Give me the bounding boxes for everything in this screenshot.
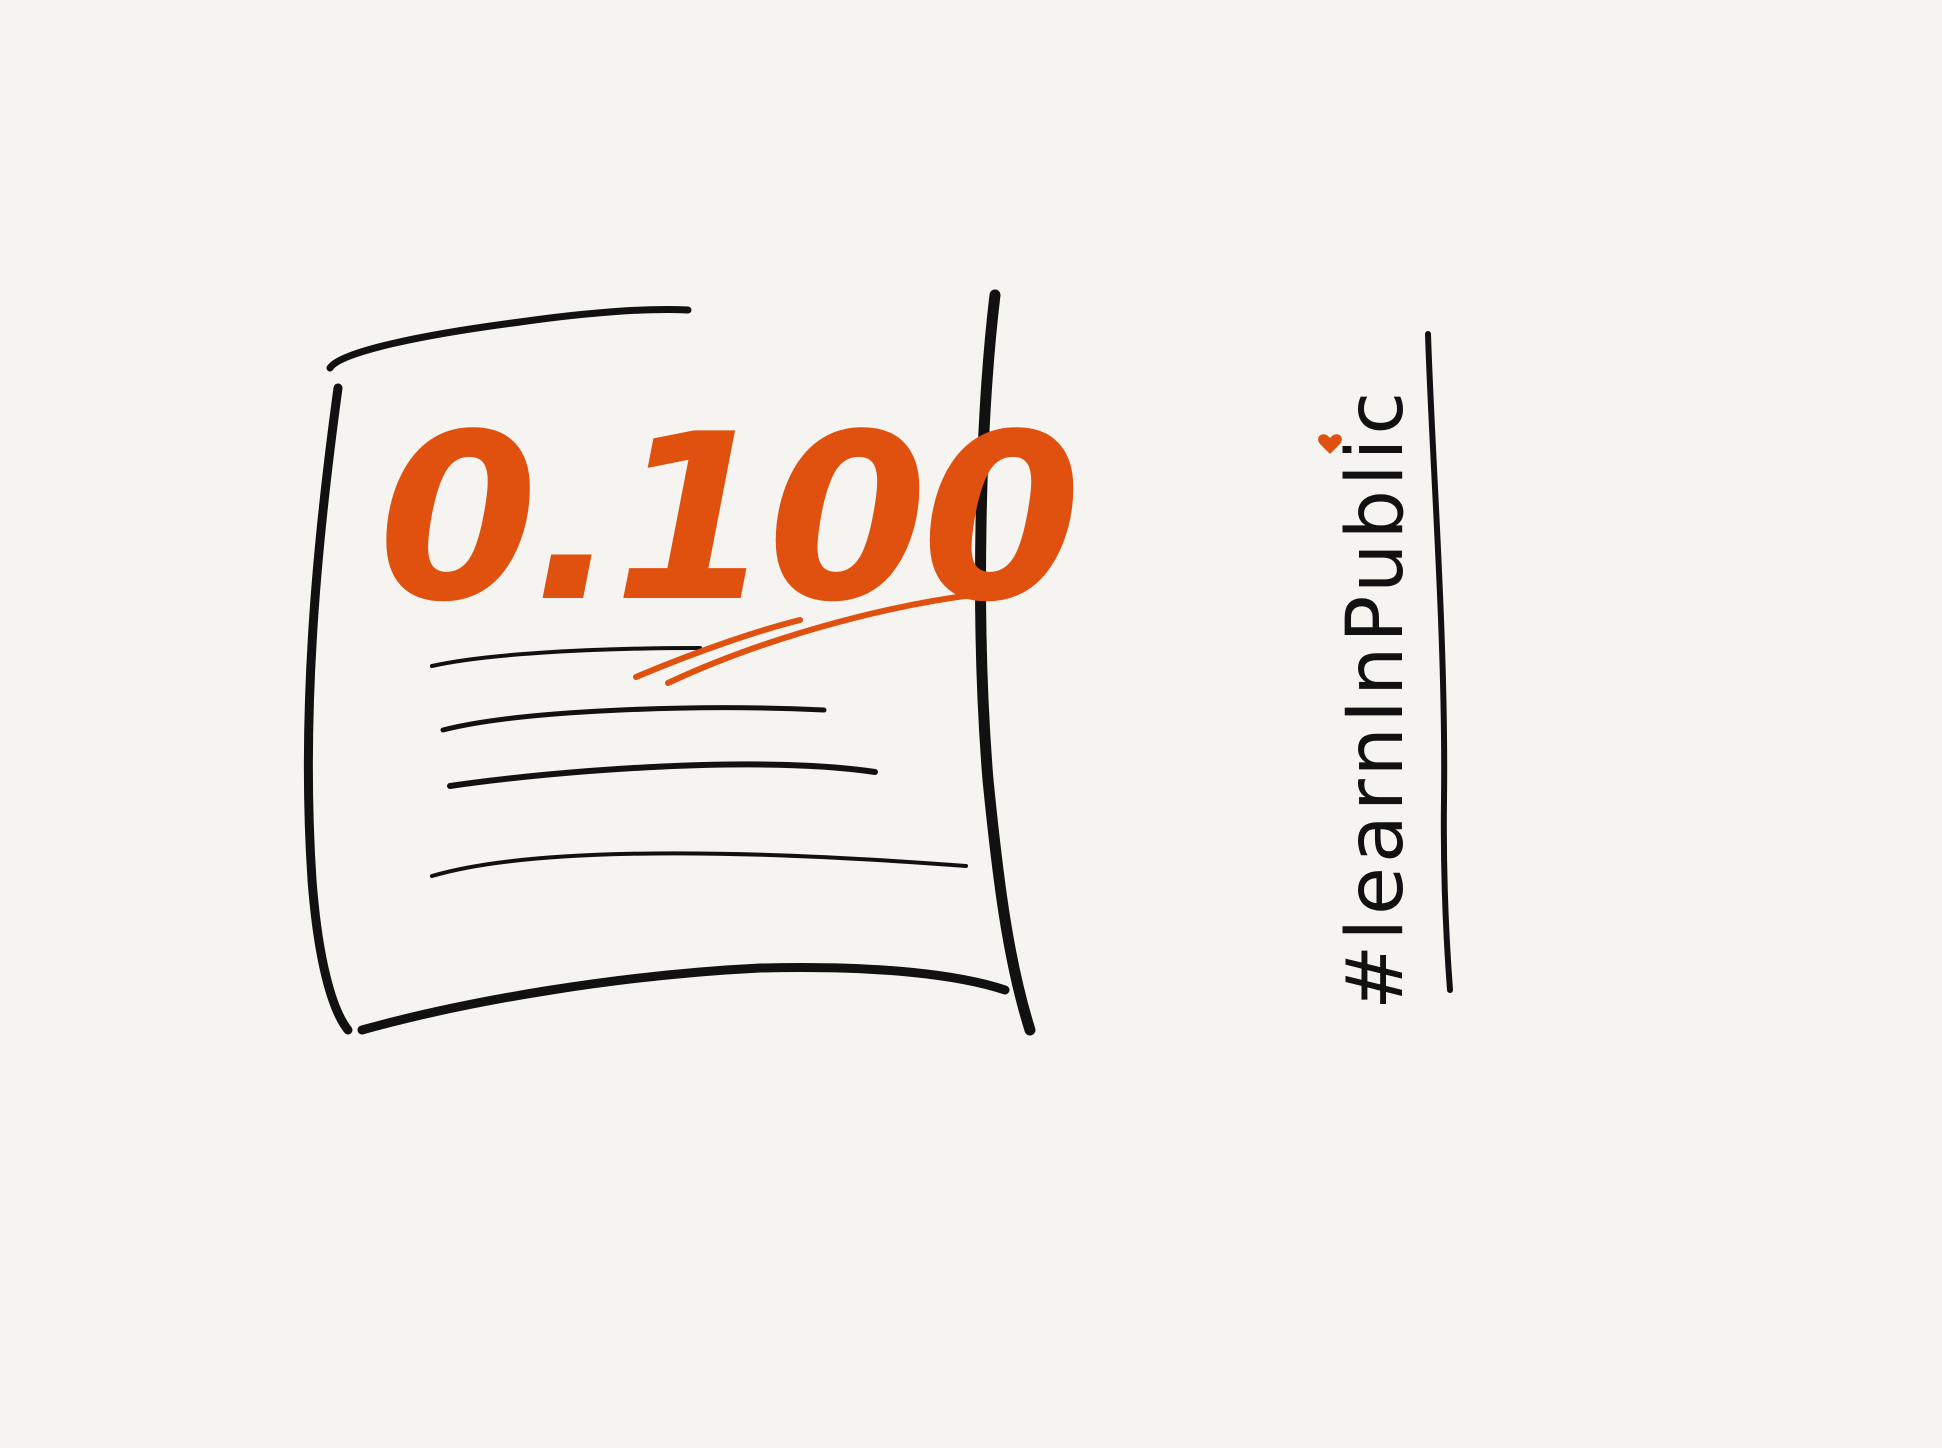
text-line-3	[447, 761, 878, 789]
page-left-edge	[303, 383, 353, 1035]
hashtag-text: #learnInPublic	[1331, 388, 1421, 1010]
score-text: 0.100	[378, 386, 1076, 653]
hashtag-rule	[1425, 331, 1453, 993]
text-line-4	[430, 851, 968, 878]
page-top-edge	[326, 306, 692, 372]
page-bottom-edge	[357, 962, 1010, 1035]
sketch-canvas: 0.100 #learnInPublic	[303, 289, 1453, 1036]
text-line-2	[440, 705, 827, 733]
